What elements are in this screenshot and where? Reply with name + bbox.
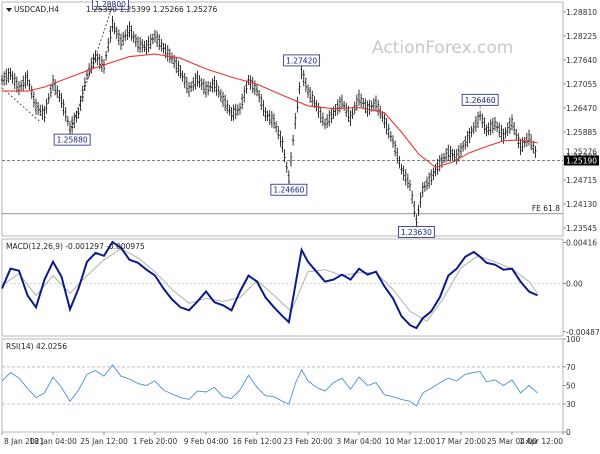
macd-title: MACD(12,26,9) -0.001297 -0.000975: [6, 242, 145, 251]
annotation-label: 1.23630: [401, 228, 432, 237]
price-title: USDCAD,H4: [14, 5, 59, 14]
macd-line: [1, 240, 538, 330]
rsi-line: [1, 364, 538, 407]
x-tick-label: 18 Jan 04:00: [29, 437, 77, 446]
annotation-label: 1.25880: [57, 136, 88, 145]
x-tick-label: 10 Mar 12:00: [385, 437, 435, 446]
price-ytick-label: 1.24715: [566, 176, 597, 185]
x-tick-label: 16 Feb 12:00: [232, 437, 281, 446]
price-ytick-label: 1.26470: [566, 104, 597, 113]
chart-svg: ActionForex.com 1.28810 1.28225 1.27640 1.27…: [0, 0, 600, 446]
rsi-ytick-label: 100: [566, 335, 581, 344]
macd-ytick-label: 0.00: [566, 280, 583, 289]
x-tick-label: 23 Feb 20:00: [283, 437, 332, 446]
trendline: [1, 87, 41, 123]
price-ytick-label: 1.25885: [566, 128, 597, 137]
rsi-panel-frame: [1, 338, 564, 433]
title-dropdown-icon: [6, 8, 12, 12]
price-line-label: 1.25276: [566, 147, 597, 156]
fe-level-label: FE 61.8: [532, 204, 560, 213]
annotation-label: 1.27420: [286, 56, 317, 65]
rsi-ytick-label: 30: [566, 400, 576, 409]
price-ytick-label: 1.23545: [566, 224, 597, 233]
price-ytick-label: 1.24130: [566, 200, 597, 209]
x-tick-label: 1 Feb 20:00: [133, 437, 178, 446]
price-ytick-label: 1.27055: [566, 80, 597, 89]
current-price-label: 1.25190: [566, 156, 597, 165]
rsi-ytick-label: 50: [566, 382, 576, 391]
price-ytick-label: 1.27640: [566, 56, 597, 65]
price-ytick-label: 1.28810: [566, 8, 597, 17]
chart-root: ActionForex.com 1.28810 1.28225 1.27640 1.27…: [0, 0, 600, 450]
x-tick-label: 3 Mar 04:00: [336, 437, 382, 446]
macd-signal-line: [1, 248, 538, 322]
rsi-ytick-label: 0: [566, 428, 571, 437]
price-ytick-label: 1.28225: [566, 32, 597, 41]
macd-panel-frame: [1, 238, 564, 337]
macd-ytick-label: 0.00416: [566, 238, 597, 247]
rsi-ytick-label: 70: [566, 363, 576, 372]
annotation-label: 1.26460: [465, 96, 496, 105]
x-tick-label: 9 Feb 04:00: [184, 437, 229, 446]
rsi-title: RSI(14) 42.0256: [6, 342, 67, 351]
annotation-label: 1.24660: [273, 186, 304, 195]
x-tick-label: 1 Apr 12:00: [519, 437, 563, 446]
ohlc-readout: 1.25390 1.25399 1.25266 1.25276: [86, 5, 217, 14]
x-tick-label: 17 Mar 20:00: [436, 437, 486, 446]
x-tick-label: 25 Jan 12:00: [80, 437, 128, 446]
watermark-text: ActionForex.com: [372, 38, 513, 58]
